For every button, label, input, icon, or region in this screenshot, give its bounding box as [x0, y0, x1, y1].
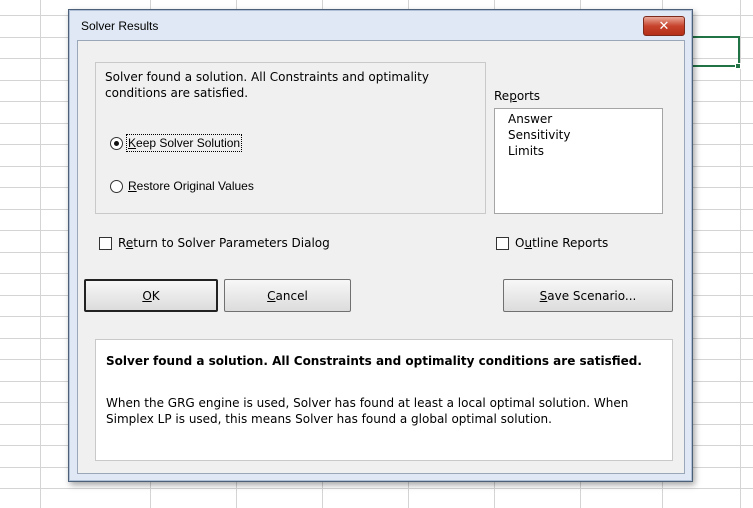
report-item-sensitivity[interactable]: Sensitivity — [495, 127, 662, 143]
solver-results-dialog: Solver Results ✕ Solver found a solution… — [68, 9, 693, 482]
close-icon: ✕ — [658, 18, 670, 34]
restore-values-radio[interactable] — [110, 179, 123, 193]
report-item-answer[interactable]: Answer — [495, 111, 662, 127]
save-scenario-button[interactable]: Save Scenario... — [503, 279, 673, 312]
outline-reports-checkbox[interactable] — [496, 236, 509, 250]
cancel-button[interactable]: Cancel — [224, 279, 351, 312]
reports-label: Reports — [494, 89, 541, 103]
return-to-parameters-label: Return to Solver Parameters Dialog — [118, 236, 330, 250]
reports-list[interactable]: Answer Sensitivity Limits — [494, 108, 663, 214]
ok-button-label: OK — [142, 288, 160, 303]
description-text: When the GRG engine is used, Solver has … — [106, 396, 629, 426]
ok-button[interactable]: OK — [84, 279, 218, 312]
cancel-button-label: Cancel — [267, 288, 308, 303]
dialog-title: Solver Results — [81, 19, 159, 33]
outline-reports-label: Outline Reports — [515, 236, 609, 250]
restore-values-label: Restore Original Values — [128, 179, 254, 193]
return-to-parameters-checkbox[interactable] — [99, 236, 112, 250]
description-heading: Solver found a solution. All Constraints… — [106, 354, 642, 368]
restore-values-option[interactable]: Restore Original Values — [110, 179, 254, 193]
return-to-parameters-option[interactable]: Return to Solver Parameters Dialog — [99, 236, 330, 250]
close-button[interactable]: ✕ — [643, 16, 685, 36]
description-panel: Solver found a solution. All Constraints… — [95, 339, 673, 461]
keep-solution-label: Keep Solver Solution — [125, 134, 243, 152]
save-scenario-button-label: Save Scenario... — [539, 288, 637, 303]
grid-row-line — [0, 488, 753, 489]
keep-solution-radio[interactable] — [110, 136, 123, 150]
grid-column-line — [740, 0, 741, 508]
outline-reports-option[interactable]: Outline Reports — [496, 236, 608, 250]
fill-handle[interactable] — [735, 63, 741, 69]
result-group: Solver found a solution. All Constraints… — [95, 62, 486, 214]
grid-column-line — [40, 0, 41, 508]
dialog-body: Solver found a solution. All Constraints… — [77, 40, 685, 474]
title-bar[interactable]: Solver Results ✕ — [69, 10, 692, 40]
result-message: Solver found a solution. All Constraints… — [105, 70, 429, 100]
report-item-limits[interactable]: Limits — [495, 143, 662, 159]
keep-solution-option[interactable]: Keep Solver Solution — [110, 134, 243, 152]
